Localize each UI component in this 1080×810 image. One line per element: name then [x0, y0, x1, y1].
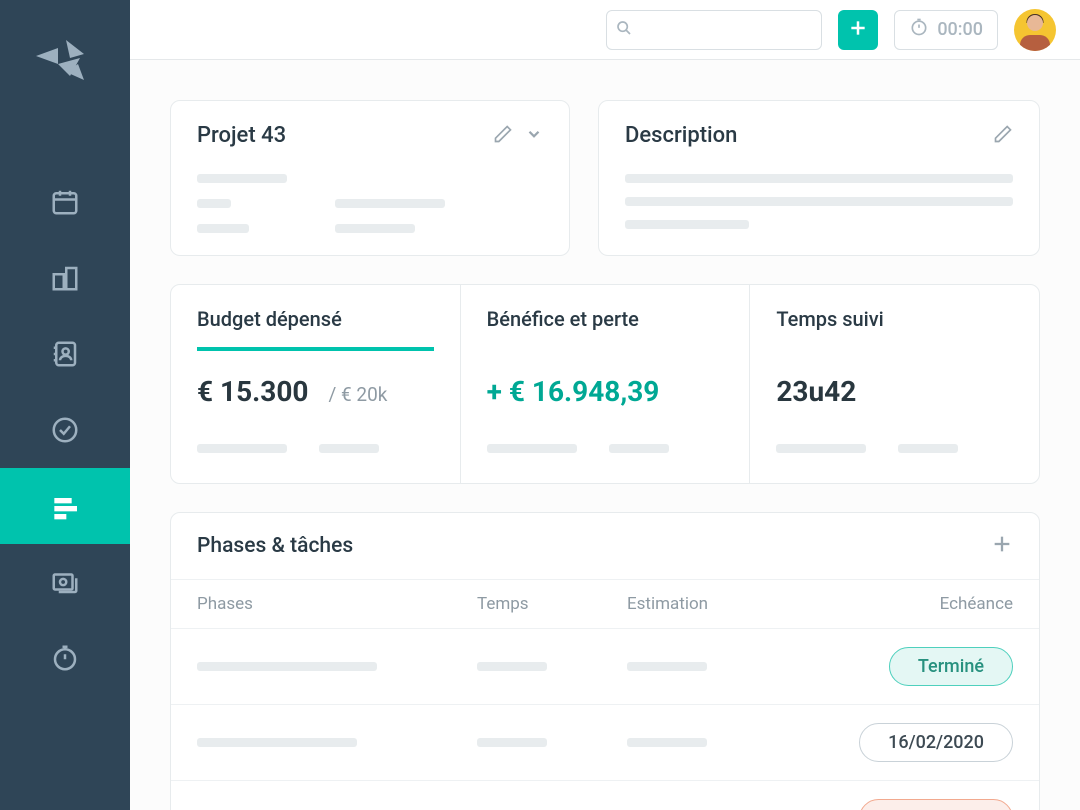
col-phases: Phases [197, 594, 477, 614]
placeholder [609, 444, 669, 453]
placeholder [898, 444, 958, 453]
topbar: 00:00 [130, 0, 1080, 60]
col-temps: Temps [477, 594, 627, 614]
stat-budget-label: Budget dépensé [197, 307, 434, 351]
stat-time-label: Temps suivi [776, 307, 1013, 347]
description-card: Description [598, 100, 1040, 256]
timer-button[interactable]: 00:00 [894, 10, 998, 50]
placeholder [197, 444, 287, 453]
placeholder [625, 197, 1013, 206]
placeholder [627, 738, 707, 747]
placeholder [197, 662, 377, 671]
stat-budget-total: / € 20k [328, 383, 387, 406]
sidebar [0, 0, 130, 810]
stat-profit[interactable]: Bénéfice et perte + € 16.948,39 [461, 285, 751, 483]
placeholder [335, 224, 415, 233]
stat-profit-value: + € 16.948,39 [487, 375, 660, 408]
status-pill-late: 02/02/2020 [859, 799, 1013, 810]
description-title: Description [625, 123, 737, 148]
stat-time[interactable]: Temps suivi 23u42 [750, 285, 1039, 483]
nav-invoices[interactable] [0, 544, 130, 620]
logo-icon [36, 40, 94, 94]
status-pill-date: 16/02/2020 [859, 723, 1013, 762]
phase-row[interactable]: 16/02/2020 [171, 705, 1039, 781]
main: 00:00 Projet 43 [130, 0, 1080, 810]
nav-company[interactable] [0, 240, 130, 316]
search-box [606, 10, 822, 50]
edit-description-button[interactable] [993, 124, 1013, 148]
add-phase-button[interactable] [991, 533, 1013, 559]
col-estimation: Estimation [627, 594, 807, 614]
placeholder [776, 444, 866, 453]
nav-contacts[interactable] [0, 316, 130, 392]
phase-row[interactable]: 02/02/2020 [171, 781, 1039, 810]
nav-timer[interactable] [0, 620, 130, 696]
stopwatch-small-icon [909, 17, 929, 42]
placeholder [625, 220, 749, 229]
stat-time-value: 23u42 [776, 375, 856, 408]
phases-title: Phases & tâches [197, 534, 353, 558]
placeholder [477, 662, 547, 671]
placeholder [477, 738, 547, 747]
search-icon [616, 20, 632, 40]
placeholder [197, 174, 287, 183]
placeholder [335, 199, 445, 208]
placeholder [487, 444, 577, 453]
col-echeance: Echéance [807, 594, 1013, 614]
content: Projet 43 [130, 60, 1080, 810]
add-button[interactable] [838, 10, 878, 50]
nav-tasks[interactable] [0, 392, 130, 468]
phase-row[interactable]: Terminé [171, 629, 1039, 705]
edit-project-button[interactable] [493, 124, 513, 148]
placeholder [197, 738, 357, 747]
placeholder [625, 174, 1013, 183]
project-title: Projet 43 [197, 123, 286, 148]
timer-value: 00:00 [937, 19, 983, 40]
search-input[interactable] [606, 10, 822, 50]
placeholder [197, 199, 231, 208]
placeholder [197, 224, 249, 233]
plus-icon [848, 18, 868, 42]
placeholder [319, 444, 379, 453]
project-card: Projet 43 [170, 100, 570, 256]
phases-card: Phases & tâches Phases Temps Estimation … [170, 512, 1040, 810]
stat-profit-label: Bénéfice et perte [487, 307, 724, 347]
stat-budget-value: € 15.300 [197, 375, 308, 408]
avatar[interactable] [1014, 9, 1056, 51]
nav-projects[interactable] [0, 468, 130, 544]
stat-budget[interactable]: Budget dépensé € 15.300 / € 20k [171, 285, 461, 483]
status-pill-done: Terminé [889, 647, 1013, 686]
stats-card: Budget dépensé € 15.300 / € 20k Bénéfice… [170, 284, 1040, 484]
project-dropdown-button[interactable] [525, 125, 543, 147]
placeholder [627, 662, 707, 671]
nav-calendar[interactable] [0, 164, 130, 240]
phases-columns: Phases Temps Estimation Echéance [171, 579, 1039, 629]
